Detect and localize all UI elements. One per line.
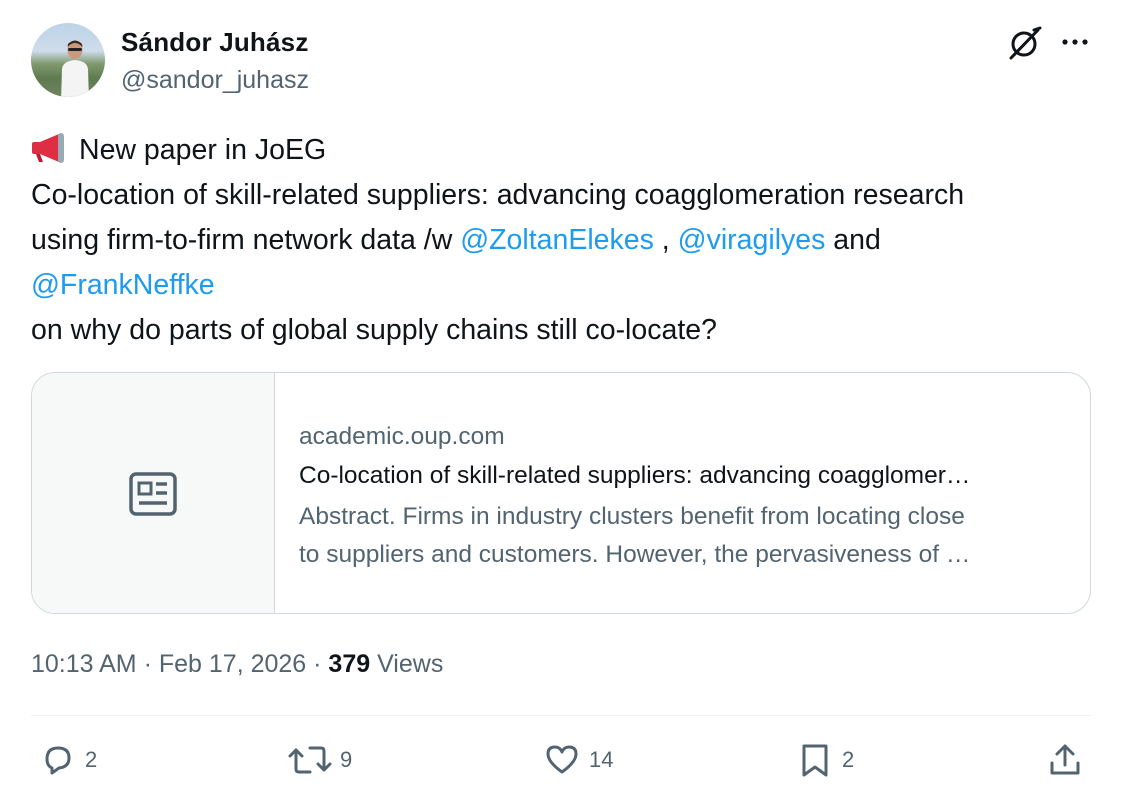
- tweet-time[interactable]: 10:13 AM: [31, 650, 137, 678]
- mention-frank-neffke[interactable]: @FrankNeffke: [31, 269, 215, 301]
- share-button[interactable]: [1046, 738, 1084, 782]
- tweet-line-4: @FrankNeffke: [31, 263, 1101, 308]
- mention-viragilyes[interactable]: @viragilyes: [678, 224, 826, 256]
- tweet-date[interactable]: Feb 17, 2026: [159, 650, 306, 678]
- tweet-line-5: on why do parts of global supply chains …: [31, 314, 717, 346]
- card-description: Abstract. Firms in industry clusters ben…: [299, 498, 1069, 574]
- author-name[interactable]: Sándor Juhász: [121, 27, 309, 58]
- share-icon: [1050, 744, 1080, 775]
- mention-zoltan-elekes[interactable]: @ZoltanElekes: [460, 224, 654, 256]
- tweet-and: and: [825, 224, 881, 256]
- tweet-line-3: using firm-to-firm network data /w @Zolt…: [31, 218, 1101, 263]
- card-body[interactable]: academic.oup.com Co-location of skill-re…: [299, 421, 1069, 574]
- more-options-icon[interactable]: [1060, 32, 1090, 52]
- avatar-photo: [61, 40, 89, 97]
- repost-button[interactable]: 9: [288, 738, 352, 782]
- views-count: 379: [328, 650, 371, 678]
- repost-count: 9: [340, 747, 353, 772]
- tweet-meta: 10:13 AM · Feb 17, 2026 · 379 Views: [31, 650, 443, 679]
- meta-separator-2: ·: [306, 650, 329, 678]
- article-icon: [129, 472, 177, 516]
- tweet-separator: ,: [653, 224, 678, 256]
- repost-icon: [288, 746, 332, 774]
- tweet-line-1-text: New paper in JoEG: [79, 134, 327, 166]
- megaphone-icon: [32, 133, 64, 163]
- card-title: Co-location of skill-related suppliers: …: [299, 462, 971, 489]
- reply-button[interactable]: 2: [39, 738, 97, 782]
- card-description-line-2: to suppliers and customers. However, the…: [299, 541, 971, 568]
- bookmark-button[interactable]: 2: [796, 738, 854, 782]
- like-button[interactable]: 14: [543, 738, 613, 782]
- card-domain: academic.oup.com: [299, 423, 505, 450]
- tweet-text: New paper in JoEG Co-location of skill-r…: [31, 128, 1101, 353]
- avatar[interactable]: [31, 23, 105, 97]
- meta-separator-1: ·: [136, 650, 159, 678]
- reply-count: 2: [85, 747, 98, 772]
- tweet-line-3-text: using firm-to-firm network data /w: [31, 224, 461, 256]
- card-thumbnail[interactable]: [32, 373, 275, 613]
- reply-icon: [45, 746, 71, 775]
- grok-icon[interactable]: [1007, 25, 1043, 61]
- heart-icon: [546, 745, 578, 774]
- tweet-line-1: New paper in JoEG: [31, 128, 1101, 173]
- link-preview-card[interactable]: academic.oup.com Co-location of skill-re…: [31, 372, 1091, 614]
- bookmark-icon: [802, 744, 828, 777]
- views-label: Views: [370, 650, 444, 678]
- divider: [31, 715, 1091, 716]
- card-description-line-1: Abstract. Firms in industry clusters ben…: [299, 503, 965, 530]
- tweet-line-2: Co-location of skill-related suppliers: …: [31, 179, 965, 211]
- like-count: 14: [589, 747, 614, 772]
- bookmark-count: 2: [842, 747, 855, 772]
- author-handle[interactable]: @sandor_juhasz: [121, 66, 309, 95]
